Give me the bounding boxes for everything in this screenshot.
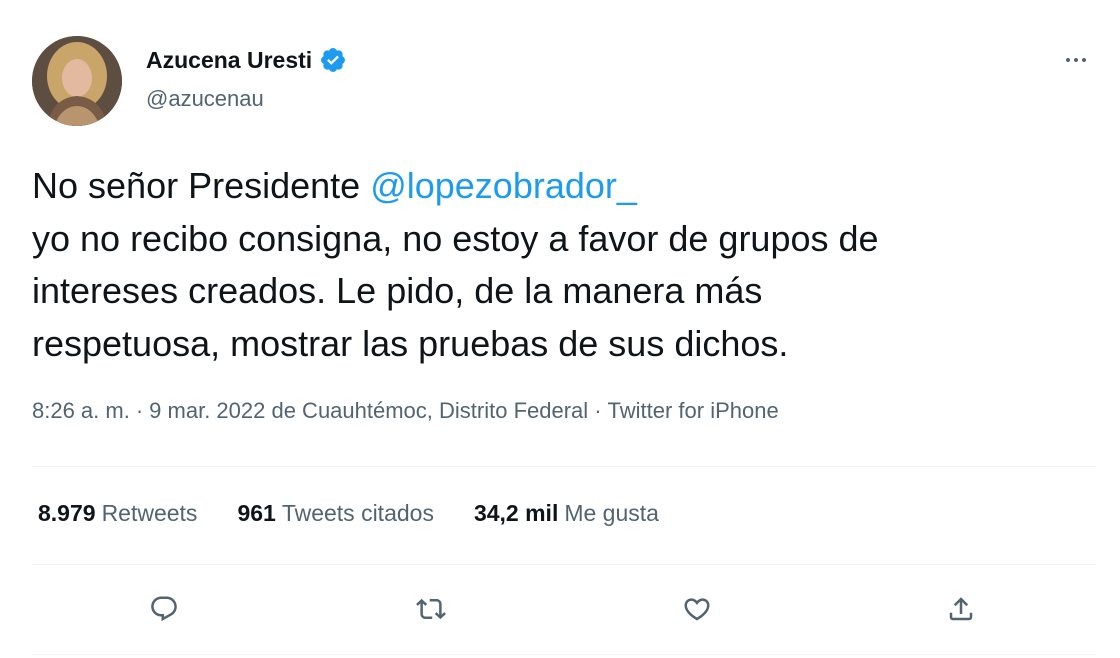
engagement-stats: 8.979 Retweets 961 Tweets citados 34,2 mil… bbox=[38, 500, 659, 527]
speech-bubble-icon bbox=[151, 596, 177, 622]
quotes-stat[interactable]: 961 Tweets citados bbox=[237, 500, 434, 527]
action-bar bbox=[0, 586, 1120, 632]
tweet-line-text: No señor Presidente bbox=[32, 165, 371, 206]
author-handle[interactable]: @azucenau bbox=[146, 86, 264, 112]
tweet-source[interactable]: Twitter for iPhone bbox=[608, 398, 779, 423]
retweets-stat[interactable]: 8.979 Retweets bbox=[38, 500, 197, 527]
tweet-metadata: 8:26 a. m. · 9 mar. 2022 de Cuauhtémoc, Di… bbox=[32, 398, 779, 424]
tweet-line-3: intereses creados. Le pido, de la manera… bbox=[32, 270, 763, 311]
divider bbox=[32, 564, 1096, 565]
tweet-time[interactable]: 8:26 a. m. bbox=[32, 398, 130, 423]
like-button[interactable] bbox=[674, 586, 720, 632]
reply-button[interactable] bbox=[141, 586, 187, 632]
heart-icon bbox=[684, 598, 710, 621]
retweet-arrows-icon bbox=[416, 598, 446, 620]
author-display-name[interactable]: Azucena Uresti bbox=[146, 47, 312, 74]
quotes-count: 961 bbox=[237, 500, 276, 526]
share-button[interactable] bbox=[938, 586, 984, 632]
tweet-text: No señor Presidente @lopezobrador_ yo no… bbox=[32, 160, 1092, 370]
likes-count: 34,2 mil bbox=[473, 500, 559, 526]
avatar[interactable] bbox=[32, 36, 122, 126]
retweets-label: Retweets bbox=[101, 500, 198, 526]
share-upload-icon bbox=[949, 597, 973, 621]
meta-separator: · bbox=[135, 398, 144, 423]
tweet-line-2: yo no recibo consigna, no estoy a favor … bbox=[32, 217, 879, 259]
mention-link[interactable]: @lopezobrador_ bbox=[370, 165, 637, 206]
likes-stat[interactable]: 34,2 mil Me gusta bbox=[474, 500, 659, 527]
tweet-card: Azucena Uresti @azucenau No señor Presid… bbox=[0, 0, 1120, 658]
avatar-photo bbox=[32, 36, 122, 126]
meta-separator: · bbox=[594, 398, 602, 423]
tweet-date-location[interactable]: 9 mar. 2022 de Cuauhtémoc, Distrito Fede… bbox=[149, 398, 588, 423]
likes-label: Me gusta bbox=[564, 500, 659, 526]
author-name-row[interactable]: Azucena Uresti bbox=[146, 46, 347, 74]
divider bbox=[32, 466, 1096, 467]
tweet-line-1: No señor Presidente @lopezobrador_ bbox=[32, 160, 1092, 213]
more-horizontal-icon[interactable] bbox=[1058, 46, 1094, 74]
retweet-button[interactable] bbox=[408, 586, 454, 632]
tweet-line-4: respetuosa, mostrar las pruebas de sus d… bbox=[32, 322, 789, 364]
verified-badge-icon bbox=[319, 46, 347, 74]
divider bbox=[32, 654, 1096, 655]
quotes-label: Tweets citados bbox=[281, 500, 434, 526]
retweets-count: 8.979 bbox=[38, 500, 96, 526]
